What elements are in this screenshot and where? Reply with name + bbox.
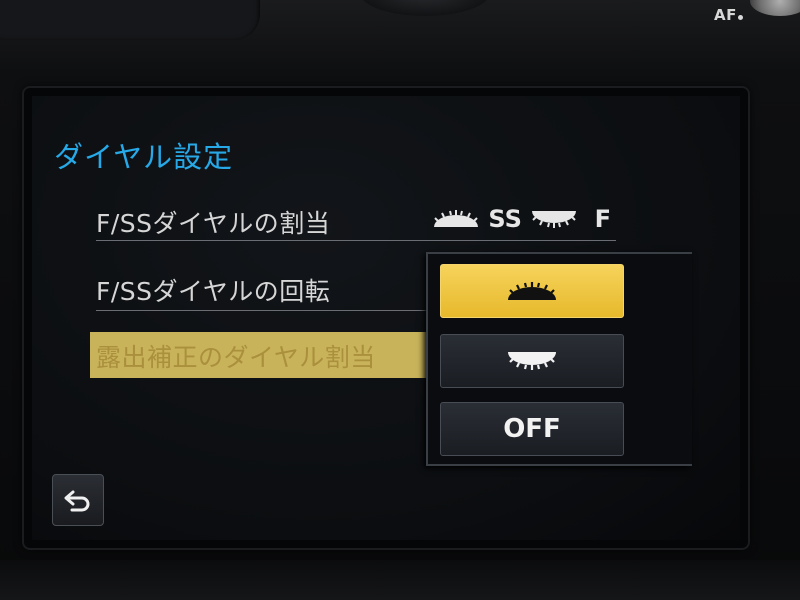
menu-item-exposure-comp-dial-assign[interactable]: 露出補正のダイヤル割当 bbox=[90, 332, 430, 378]
menu-item-label: F/SSダイヤルの回転 bbox=[96, 277, 331, 306]
menu-item-label: F/SSダイヤルの割当 bbox=[96, 209, 331, 238]
menu-item-label: 露出補正のダイヤル割当 bbox=[96, 343, 376, 372]
dial-assign-f: F bbox=[594, 205, 611, 233]
lcd-frame: ダイヤル設定 F/SSダイヤルの割当 SS F F/SSダイヤルの回転 露出補正… bbox=[24, 88, 748, 548]
front-dial-icon bbox=[508, 282, 556, 300]
dial-assign-value: SS F bbox=[432, 204, 611, 233]
option-rear-dial[interactable] bbox=[440, 334, 624, 388]
front-dial-icon bbox=[434, 210, 478, 227]
rear-dial-icon bbox=[508, 352, 556, 370]
rear-dial-icon bbox=[532, 211, 577, 228]
back-button[interactable] bbox=[52, 474, 104, 526]
viewfinder-housing bbox=[0, 0, 260, 40]
camera-body: AF ダイヤル設定 F/SSダイヤルの割当 SS F F/SSダイヤルの回転 露… bbox=[0, 0, 800, 600]
af-label: AF bbox=[714, 6, 743, 24]
camera-bottom bbox=[0, 560, 800, 600]
option-popup: OFF bbox=[426, 252, 692, 466]
option-off[interactable]: OFF bbox=[440, 402, 624, 456]
top-dial bbox=[360, 0, 490, 16]
page-title: ダイヤル設定 bbox=[54, 140, 234, 174]
option-front-dial[interactable] bbox=[440, 264, 624, 318]
camera-button bbox=[750, 0, 800, 16]
divider bbox=[96, 240, 616, 241]
return-arrow-icon bbox=[64, 490, 90, 512]
lcd-screen: ダイヤル設定 F/SSダイヤルの割当 SS F F/SSダイヤルの回転 露出補正… bbox=[32, 96, 740, 540]
menu-item-fss-dial-assign[interactable]: F/SSダイヤルの割当 SS F bbox=[96, 200, 616, 240]
dial-assign-ss: SS bbox=[488, 205, 522, 233]
